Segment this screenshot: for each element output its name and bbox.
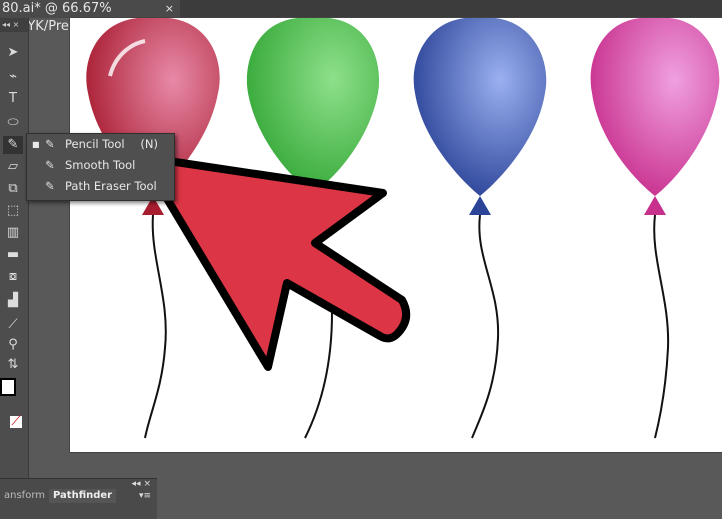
selected-indicator-icon: ■ [32,140,40,149]
scale-tool-icon[interactable]: ⧉ [3,180,23,198]
flyout-item-path-eraser-tool[interactable]: ✎ Path Eraser Tool [27,176,174,197]
lasso-tool-icon[interactable]: ⌁ [3,68,23,86]
panel-controls: ◂◂ × [132,479,151,489]
pointer-arrow [138,153,411,371]
tab-pathfinder[interactable]: Pathfinder [49,489,117,503]
item-label: Smooth Tool [65,158,136,172]
flyout-item-smooth-tool[interactable]: ✎ Smooth Tool [27,155,174,176]
slice-tool-icon[interactable]: ⟋ [3,316,23,334]
none-swatch-icon[interactable]: ⟋ [10,415,22,428]
panel-menu-icon[interactable]: ▾≡ [139,491,151,501]
pencil-tools-flyout: ■ ✎ Pencil Tool (N) ✎ Smooth Tool ✎ Path Eras… [26,133,175,201]
close-icon[interactable]: × [143,479,151,489]
pencil-icon: ✎ [45,137,55,151]
item-label: Pencil Tool [65,137,125,151]
pencil-tool-icon[interactable]: ✎ [3,136,23,154]
gradient-tool-icon[interactable]: ▬ [3,246,23,264]
tools-panel: ◂◂ × ➤ ⌁ T ⬭ ✎ ▱ ⧉ ⬚ ▥ ▬ ⧇ ▟ ⟋ ⚲ ⇅ ⟋ [0,18,29,478]
tools-panel-header: ◂◂ × [0,18,28,32]
fill-stroke-swatch[interactable] [0,378,16,396]
collapse-icon[interactable]: ◂◂ [2,20,10,29]
swap-colors-icon[interactable]: ⇅ [3,356,23,374]
smooth-tool-icon: ✎ [45,158,55,172]
selection-tool-icon[interactable]: ➤ [3,44,23,62]
tab-transform[interactable]: ansform [0,489,49,503]
free-transform-icon[interactable]: ⬚ [3,202,23,220]
mesh-tool-icon[interactable]: ▥ [3,224,23,242]
shortcut-label: (N) [140,137,158,151]
zoom-tool-icon[interactable]: ⚲ [3,336,23,354]
panel-tabs: ansform Pathfinder [0,489,117,503]
type-tool-icon[interactable]: T [3,90,23,108]
item-label: Path Eraser Tool [65,179,157,193]
eraser-tool-icon[interactable]: ▱ [3,158,23,176]
path-eraser-icon: ✎ [45,179,55,193]
pathfinder-panel: ◂◂ × ansform Pathfinder ▾≡ [0,478,157,519]
ellipse-tool-icon[interactable]: ⬭ [3,114,23,132]
graph-tool-icon[interactable]: ▟ [3,292,23,310]
flyout-item-pencil-tool[interactable]: ■ ✎ Pencil Tool (N) [27,134,174,155]
blend-tool-icon[interactable]: ⧇ [3,268,23,286]
close-icon[interactable]: × [13,20,20,29]
collapse-icon[interactable]: ◂◂ [132,479,141,489]
